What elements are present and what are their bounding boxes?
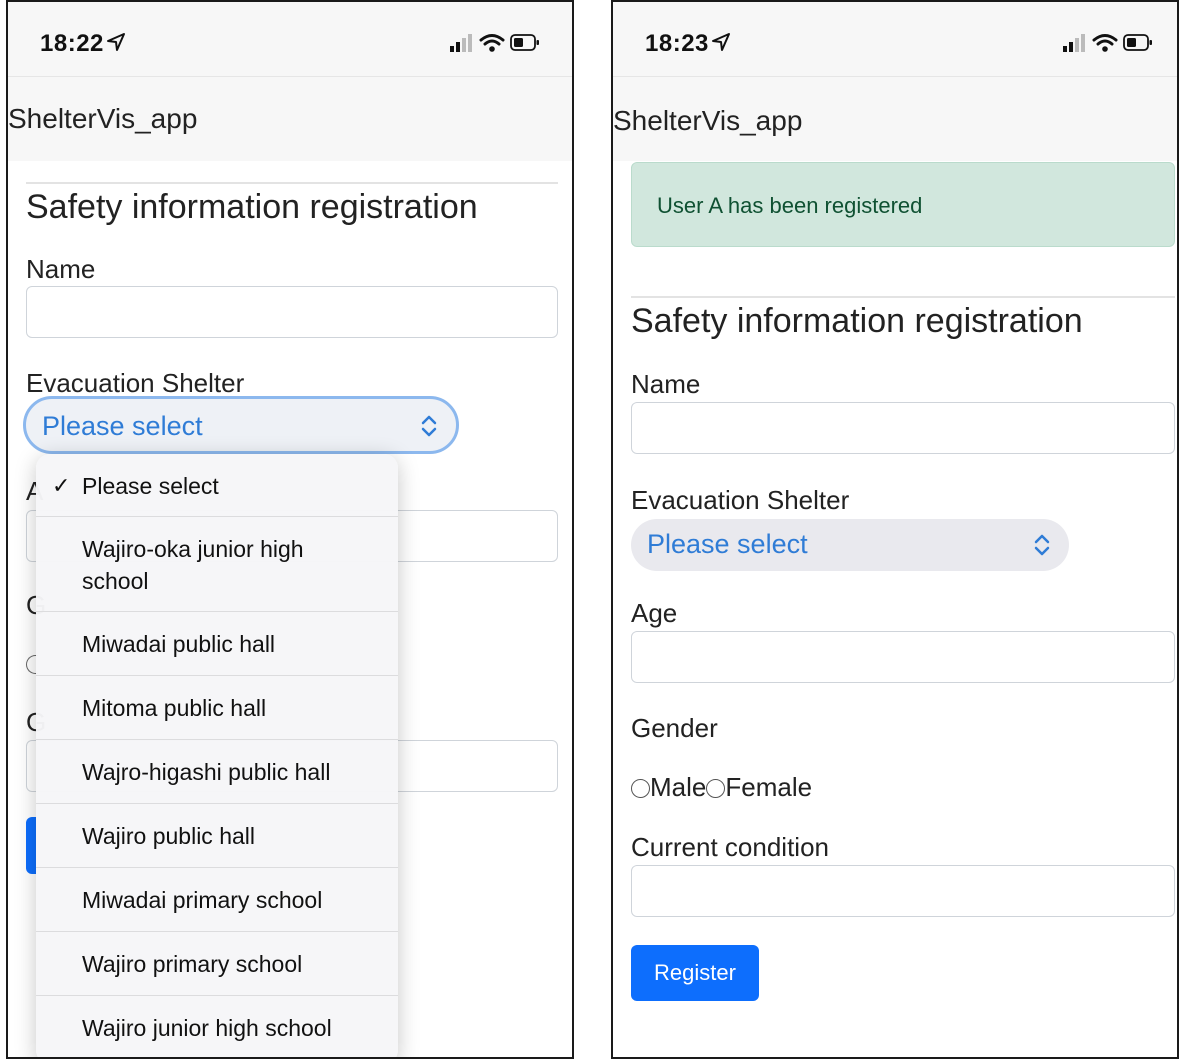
location-arrow-icon [107,33,125,51]
success-alert: User A has been registered [631,162,1175,247]
shelter-label: Evacuation Shelter [26,368,245,398]
app-title[interactable]: ShelterVis_app [8,103,197,135]
battery-icon [1123,34,1152,51]
radio-male-label[interactable]: Male [650,772,706,802]
dropdown-option-label: Wajiro junior high school [82,1015,332,1041]
shelter-select-value: Please select [647,529,808,559]
shelter-dropdown-menu: ✓ Please select Wajiro-oka junior high s… [36,454,398,1057]
status-icons [450,34,539,52]
location-arrow-icon [712,33,730,51]
app-navbar: ShelterVis_app [8,76,572,161]
dropdown-option-label: Miwadai public hall [82,631,276,657]
dropdown-option[interactable]: Wajiro public hall [36,804,398,868]
divider [631,296,1175,298]
name-input[interactable] [26,286,558,338]
shelter-select[interactable]: Please select [631,519,1069,571]
gender-radio-group: Male Female [631,772,812,803]
wifi-icon [479,34,505,52]
radio-female-label[interactable]: Female [725,772,812,802]
register-button[interactable]: Register [631,945,759,1001]
shelter-select-value: Please select [42,411,203,441]
radio-male[interactable] [631,779,650,798]
status-icons [1063,34,1152,52]
shelter-select[interactable]: Please select [23,396,459,454]
shelter-label: Evacuation Shelter [631,485,850,515]
checkmark-icon: ✓ [52,473,71,498]
dropdown-option[interactable]: Wajiro junior high school [36,996,398,1057]
dropdown-option[interactable]: Mitoma public hall [36,676,398,740]
form-title: Safety information registration [631,302,1083,340]
cellular-signal-icon [1063,34,1085,52]
status-time: 18:23 [645,30,709,57]
radio-female[interactable] [706,779,726,798]
app-title[interactable]: ShelterVis_app [613,105,802,137]
gender-label: Gender [631,713,718,743]
cellular-signal-icon [450,34,472,52]
dropdown-option-label: Wajiro-oka junior high school [82,536,304,594]
dropdown-option-label: Please select [82,473,219,499]
chevron-updown-icon [421,415,437,437]
dropdown-option[interactable]: Wajiro-oka junior high school [36,517,398,612]
name-input[interactable] [631,402,1175,454]
condition-input[interactable] [631,865,1175,917]
dropdown-option-label: Wajiro public hall [82,823,255,849]
phone-screen-left: 18:22 ShelterVis_app Safety information … [6,0,574,1059]
alert-text: User A has been registered [657,193,923,218]
app-navbar: ShelterVis_app [613,76,1177,161]
condition-label: Current condition [631,832,829,862]
dropdown-option-label: Mitoma public hall [82,695,267,721]
dropdown-option[interactable]: ✓ Please select [36,454,398,517]
age-input[interactable] [631,631,1175,683]
dropdown-option-label: Wajro-higashi public hall [82,759,331,785]
dropdown-option-label: Wajiro primary school [82,951,303,977]
divider [26,182,558,184]
name-label: Name [631,369,701,399]
chevron-updown-icon [1034,534,1050,556]
status-bar: 18:22 [8,2,572,76]
dropdown-option[interactable]: Miwadai primary school [36,868,398,932]
dropdown-option[interactable]: Wajro-higashi public hall [36,740,398,804]
status-time: 18:22 [40,30,104,57]
dropdown-option[interactable]: Miwadai public hall [36,612,398,676]
dropdown-option-label: Miwadai primary school [82,887,323,913]
form-title: Safety information registration [26,188,478,226]
register-button-peek[interactable] [26,817,36,874]
wifi-icon [1092,34,1118,52]
phone-screen-right: 18:23 ShelterVis_app User A has been reg… [611,0,1179,1059]
age-label: Age [631,598,678,628]
battery-icon [510,34,539,51]
name-label: Name [26,254,96,284]
status-bar: 18:23 [613,2,1177,76]
dropdown-option[interactable]: Wajiro primary school [36,932,398,996]
